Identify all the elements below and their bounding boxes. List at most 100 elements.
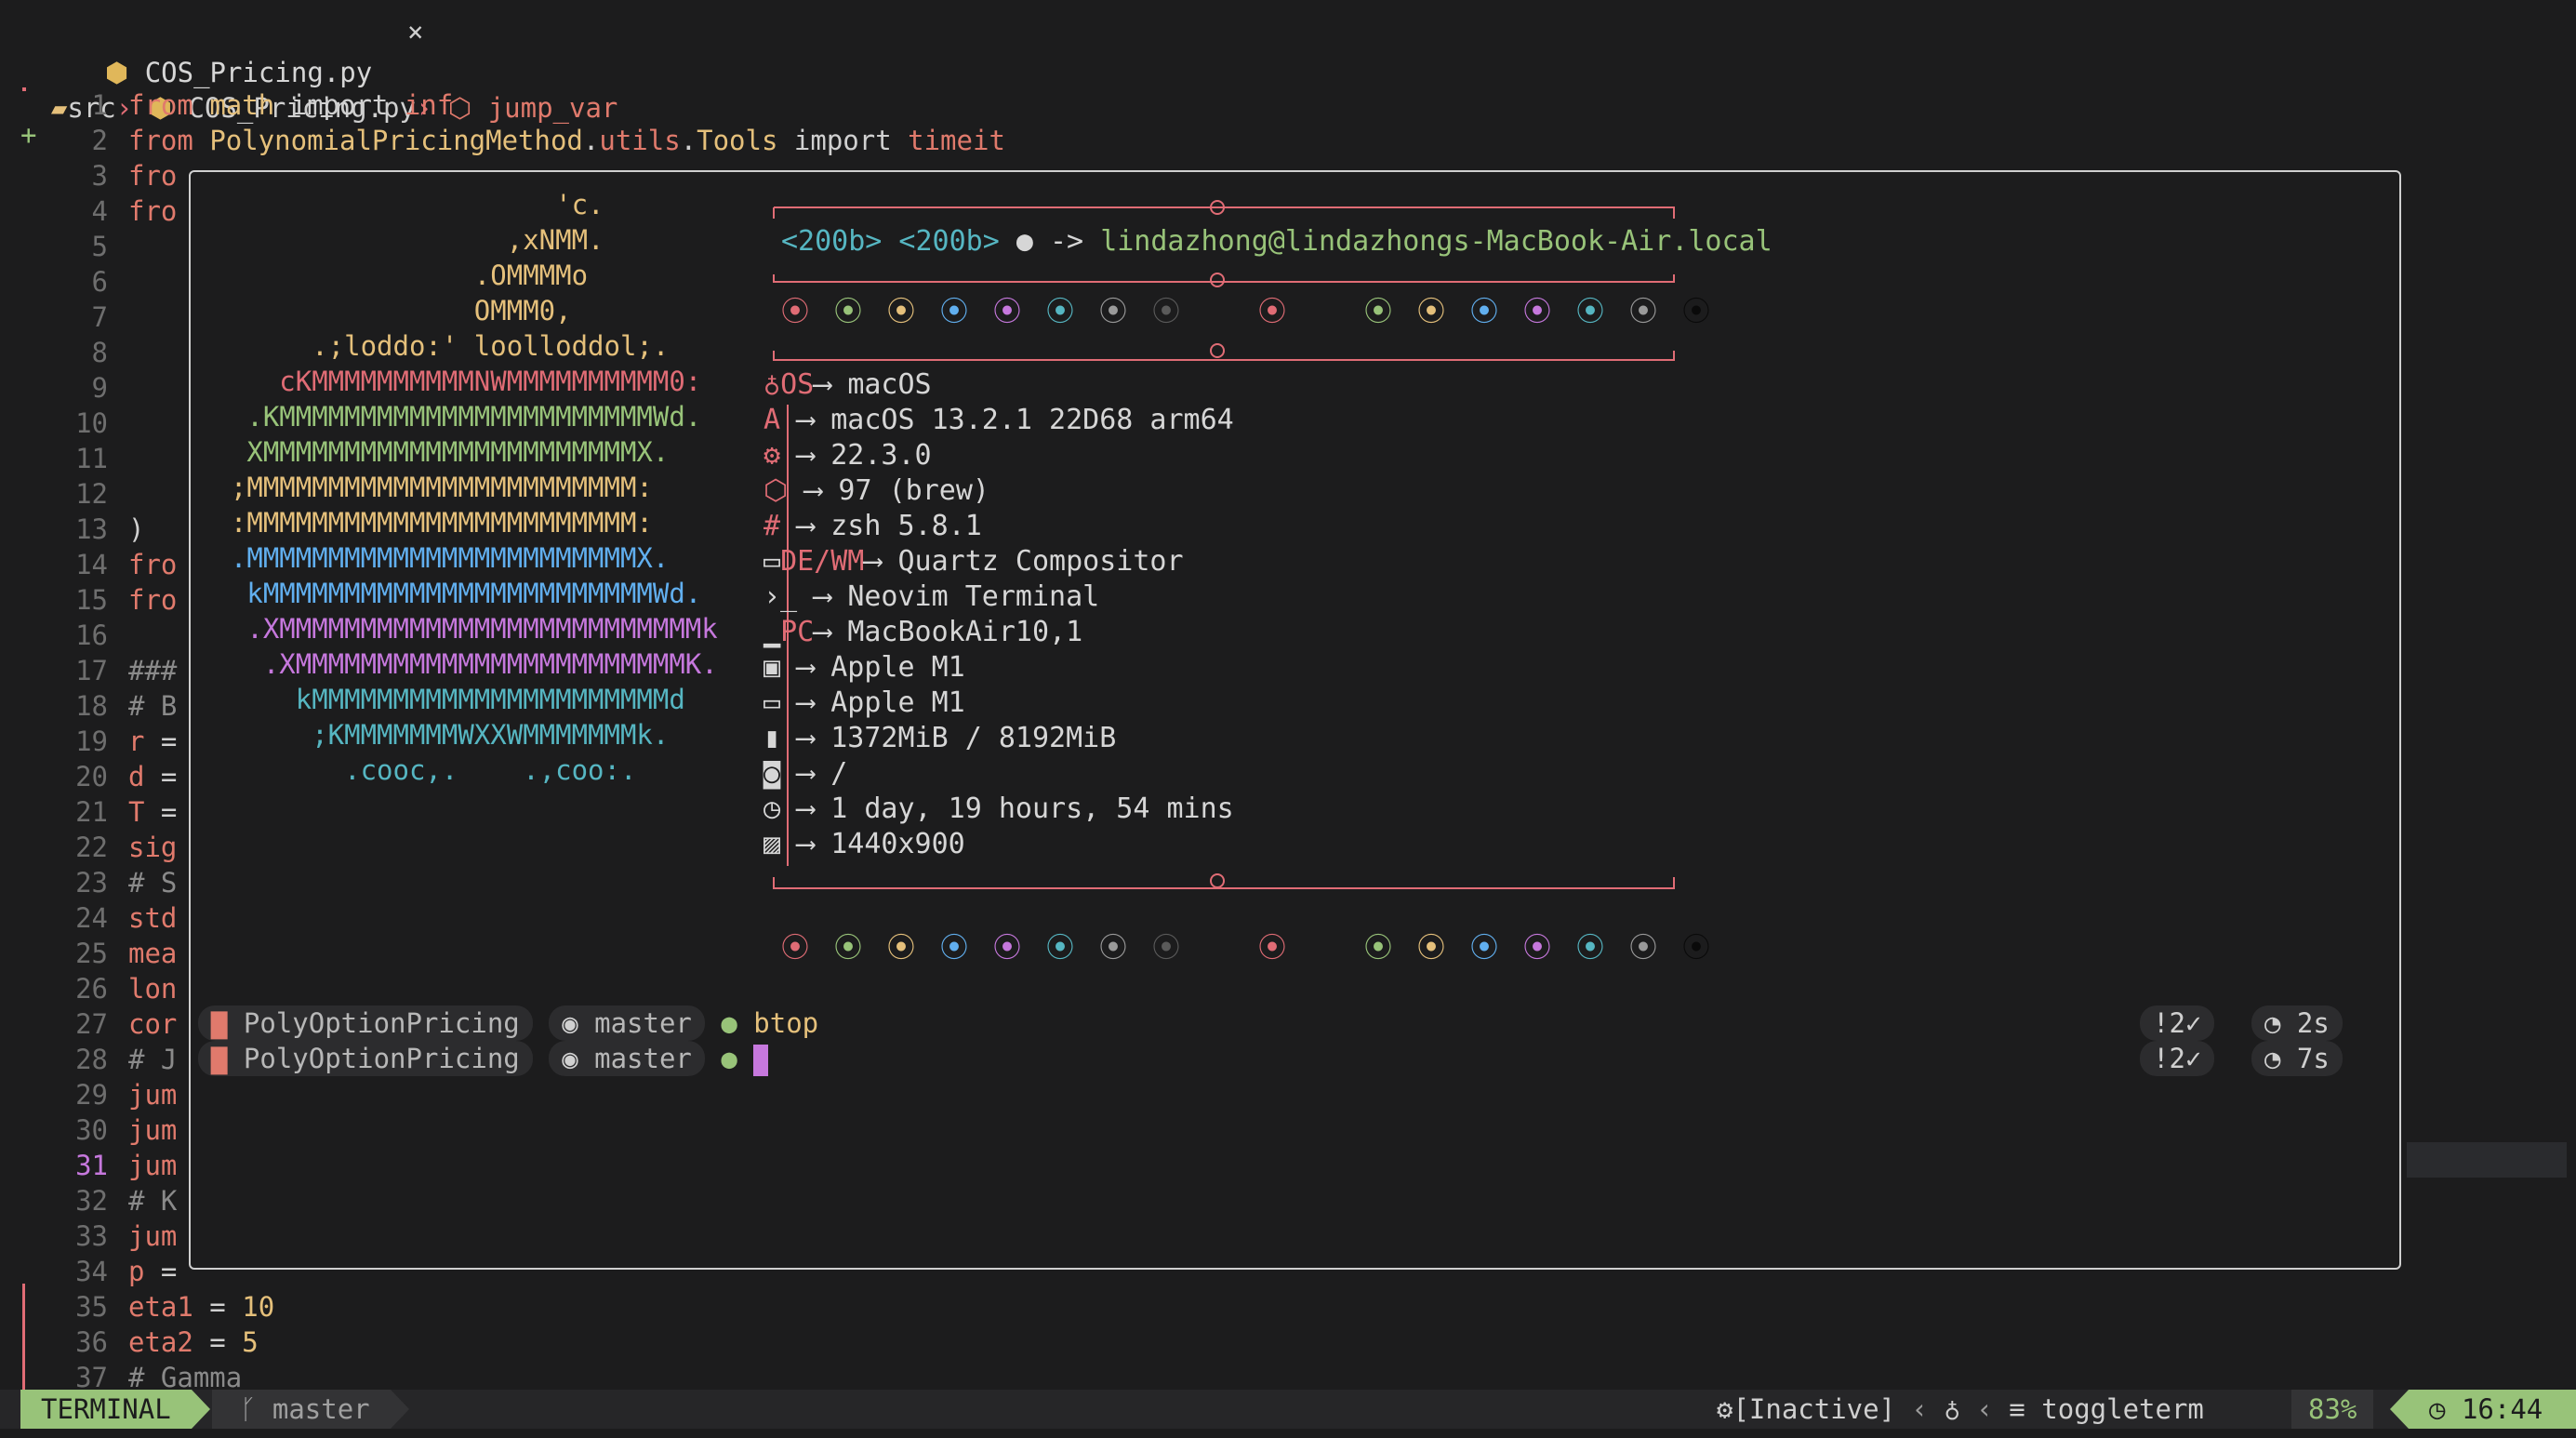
directory-pill[interactable]: ▇ PolyOptionPricing (198, 1041, 533, 1076)
git-branch[interactable]: ᚴ master (212, 1390, 409, 1429)
code-text: T = (128, 794, 177, 830)
line-number: 22 (75, 832, 108, 863)
git-status-pill: !2✓ (2140, 1005, 2215, 1041)
color-swatch-icon: ⦿ (940, 932, 968, 965)
code-line[interactable]: 2 from PolynomialPricingMethod.utils.Tool… (0, 123, 1302, 158)
code-line[interactable]: 14 fro (0, 547, 186, 582)
line-number: 21 (75, 796, 108, 828)
user-host: lindazhong@lindazhongs-MacBook-Air.local (1100, 225, 1773, 258)
folder-icon: ▇ (211, 1007, 244, 1039)
code-token: r (128, 726, 161, 757)
code-text: fro (128, 582, 177, 618)
shell-prompt: ▇ PolyOptionPricing ◉ master ● (198, 1041, 769, 1076)
line-number: 26 (75, 973, 108, 1005)
code-line[interactable]: 24 std (0, 900, 186, 936)
code-line[interactable]: 10 (0, 406, 186, 441)
hash-icon: # (764, 510, 781, 542)
code-token: # Gamma (128, 1362, 243, 1393)
code-text: cor (128, 1006, 177, 1042)
code-token: = (160, 1256, 178, 1287)
line-number: 4 (91, 195, 108, 227)
code-line[interactable]: 30 jum (0, 1112, 186, 1148)
code-line[interactable]: 18 # B (0, 688, 186, 724)
arrow: ⟶ (864, 545, 882, 578)
branch-name: master (594, 1043, 692, 1074)
duration-pill: ◔ 2s (2251, 1005, 2343, 1041)
color-swatch-icon: ⦿ (1470, 296, 1498, 328)
code-line[interactable]: 3 fro (0, 158, 186, 193)
line-number: 9 (91, 372, 108, 404)
header-keys: <200b> <200b> (781, 225, 1000, 258)
code-line[interactable]: 25 mea (0, 936, 186, 971)
color-swatch-icon: ⦿ (993, 932, 1021, 965)
code-line[interactable]: 33 jum (0, 1218, 186, 1254)
code-line[interactable]: 16 (0, 618, 186, 653)
gear-icon: ⚙ (1717, 1393, 1733, 1425)
code-line[interactable]: 26 lon (0, 971, 186, 1006)
code-token: eta2 (128, 1326, 193, 1358)
code-line[interactable]: 13) (0, 512, 186, 547)
line-number: 15 (75, 584, 108, 616)
info-value: Apple M1 (830, 651, 965, 684)
terminal-icon: ›_ (764, 580, 798, 613)
line-number: 13 (75, 513, 108, 545)
filetype-label: toggleterm (2041, 1393, 2204, 1425)
color-swatch-icon: ⦿ (887, 932, 915, 965)
code-line[interactable]: 22 sig (0, 830, 186, 865)
color-swatch-icon: ⦿ (1152, 932, 1180, 965)
code-line[interactable]: 6 (0, 264, 186, 300)
code-line[interactable]: 17 ### (0, 653, 186, 688)
code-line[interactable]: 28 # J (0, 1042, 186, 1077)
terminal-cursor[interactable] (753, 1045, 769, 1076)
code-line[interactable]: 23 # S (0, 865, 186, 900)
code-line[interactable]: 27 cor (0, 1006, 186, 1042)
code-text: sig (128, 830, 177, 865)
code-token: lon (128, 973, 178, 1005)
code-line[interactable]: 19 r = (0, 724, 186, 759)
code-token: fro (128, 549, 178, 580)
info-section-pc: ▁PC⟶ MacBookAir10,1 (764, 615, 1234, 650)
code-line[interactable]: 7 (0, 300, 186, 335)
git-branch-pill[interactable]: ◉ master (549, 1041, 705, 1076)
line-number: 25 (75, 938, 108, 969)
code-line[interactable]: 1 from math import inf (0, 87, 1302, 123)
code-line[interactable]: 29 jum (0, 1077, 186, 1112)
color-swatch-icon: ⦿ (1364, 932, 1392, 965)
color-swatch-icon: ⦿ (1576, 296, 1604, 328)
code-line[interactable]: 9 (0, 370, 186, 406)
code-token: ### (128, 655, 178, 686)
clock-time: 16:44 (2461, 1393, 2543, 1425)
user-icon: ● (1016, 225, 1033, 258)
list-icon: ≡ (2009, 1393, 2025, 1425)
code-line[interactable]: 20 d = (0, 759, 186, 794)
code-text: ### (128, 653, 177, 688)
code-token: = (193, 1326, 243, 1358)
code-line[interactable]: 8 (0, 335, 186, 370)
code-token: inf (404, 89, 454, 121)
color-swatch-icon: ⦿ (1099, 296, 1127, 328)
git-branch-pill[interactable]: ◉ master (549, 1005, 705, 1041)
line-number: 10 (75, 407, 108, 439)
code-line[interactable]: 5 (0, 229, 186, 264)
code-token: timeit (908, 125, 1005, 156)
code-line[interactable]: 11 (0, 441, 186, 476)
code-line[interactable]: 4 fro (0, 193, 186, 229)
github-icon: ◉ (562, 1043, 595, 1074)
code-line[interactable]: 31 jum (0, 1148, 186, 1183)
code-token: eta1 (128, 1291, 193, 1323)
directory-pill[interactable]: ▇ PolyOptionPricing (198, 1005, 533, 1041)
color-swatch-icon: ⦿ (1417, 296, 1445, 328)
code-line[interactable]: 15 fro (0, 582, 186, 618)
code-line[interactable]: 35 eta1 = 10 (0, 1289, 1302, 1325)
color-swatch-icon: ⦿ (1629, 296, 1657, 328)
code-line[interactable]: 36 eta2 = 5 (0, 1325, 1302, 1360)
code-text: r = (128, 724, 177, 759)
code-line[interactable]: 12 (0, 476, 186, 512)
floating-terminal[interactable]: 'c. ,xNMM. .OMMMMo OMMM0, .;loddo:' lool… (189, 170, 2401, 1270)
code-line[interactable]: 34 p = (0, 1254, 186, 1289)
cpu-icon: ▣ (764, 651, 781, 684)
code-token: fro (128, 195, 178, 227)
code-line[interactable]: 32 # K (0, 1183, 186, 1218)
code-line[interactable]: 21 T = (0, 794, 186, 830)
info-value: MacBookAir10,1 (847, 616, 1083, 648)
